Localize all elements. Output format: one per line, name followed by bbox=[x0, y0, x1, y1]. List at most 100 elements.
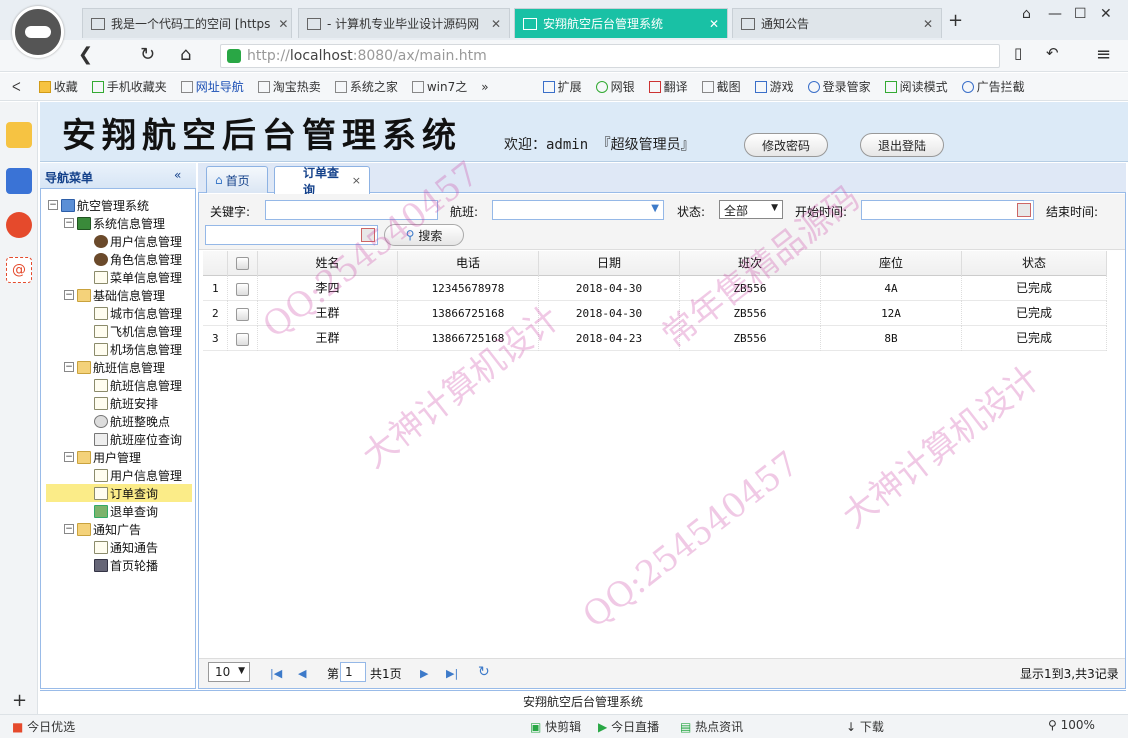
tree-group-system[interactable]: − 系统信息管理 bbox=[64, 214, 165, 232]
browser-tab-2[interactable]: - 计算机专业毕业设计源码网 ✕ bbox=[298, 8, 510, 38]
today-picks[interactable]: ■ 今日优选 bbox=[12, 718, 75, 735]
tree-toggle-icon[interactable]: − bbox=[64, 524, 74, 534]
close-icon[interactable]: ✕ bbox=[270, 17, 288, 31]
browser-tab-3[interactable]: 安翔航空后台管理系统 ✕ bbox=[514, 8, 728, 38]
prev-page-icon[interactable]: ◀ bbox=[298, 667, 306, 680]
first-page-icon[interactable]: |◀ bbox=[270, 667, 282, 680]
bookmark-nav[interactable]: 网址导航 bbox=[180, 78, 244, 95]
col-status[interactable]: 状态 bbox=[962, 251, 1107, 276]
status-live[interactable]: ▶ 今日直播 bbox=[598, 718, 659, 735]
tree-item-plane[interactable]: 飞机信息管理 bbox=[94, 322, 182, 340]
page-size-select[interactable]: 10 ▼ bbox=[208, 662, 250, 682]
tab-close-icon[interactable]: × bbox=[352, 174, 361, 187]
tree-group-basic[interactable]: − 基础信息管理 bbox=[64, 286, 165, 304]
browser-tab-1[interactable]: 我是一个代码工的空间 [https ✕ bbox=[82, 8, 292, 38]
tool-translate[interactable]: 翻译 bbox=[648, 78, 688, 95]
home-icon[interactable]: ⌂ bbox=[180, 44, 191, 65]
tool-games[interactable]: 游戏 bbox=[754, 78, 794, 95]
table-row[interactable]: 3 王群 13866725168 2018-04-23 ZB556 8B 已完成 bbox=[203, 326, 1107, 351]
row-checkbox[interactable] bbox=[228, 326, 258, 351]
change-password-button[interactable]: 修改密码 bbox=[744, 133, 828, 157]
tree-toggle-icon[interactable]: − bbox=[48, 200, 58, 210]
tree-item-order-query[interactable]: 订单查询 bbox=[46, 484, 192, 502]
col-seat[interactable]: 座位 bbox=[821, 251, 962, 276]
reload-icon[interactable]: ↻ bbox=[478, 664, 490, 680]
collapse-nav-icon[interactable]: « bbox=[174, 168, 181, 182]
close-icon[interactable]: ✕ bbox=[915, 17, 933, 31]
window-close-icon[interactable]: ✕ bbox=[1100, 6, 1112, 22]
undo-icon[interactable]: ↶ bbox=[1046, 44, 1059, 62]
last-page-icon[interactable]: ▶| bbox=[446, 667, 458, 680]
tree-toggle-icon[interactable]: − bbox=[64, 290, 74, 300]
minimize-icon[interactable]: — bbox=[1048, 6, 1062, 22]
tree-toggle-icon[interactable]: − bbox=[64, 218, 74, 228]
select-all-checkbox[interactable] bbox=[228, 251, 258, 276]
refresh-icon[interactable]: ↻ bbox=[140, 44, 155, 65]
tree-item-user-info[interactable]: 用户信息管理 bbox=[94, 232, 182, 250]
maximize-icon[interactable]: ☐ bbox=[1074, 6, 1087, 22]
add-sidebar-icon[interactable]: + bbox=[12, 690, 27, 711]
status-clip[interactable]: ▣ 快剪辑 bbox=[530, 718, 581, 735]
browser-tab-4[interactable]: 通知公告 ✕ bbox=[732, 8, 942, 38]
bookmark-taobao[interactable]: 淘宝热卖 bbox=[257, 78, 321, 95]
tab-home[interactable]: ⌂ 首页 bbox=[206, 166, 268, 193]
tree-item-flight-info[interactable]: 航班信息管理 bbox=[94, 376, 182, 394]
favorites-star-icon[interactable] bbox=[6, 122, 32, 148]
col-flight[interactable]: 班次 bbox=[680, 251, 821, 276]
logout-button[interactable]: 退出登陆 bbox=[860, 133, 944, 157]
new-tab-icon[interactable]: + bbox=[948, 10, 963, 31]
menu-icon[interactable]: ≡ bbox=[1096, 44, 1111, 65]
col-name[interactable]: 姓名 bbox=[258, 251, 398, 276]
tool-login-manager[interactable]: 登录管家 bbox=[807, 78, 871, 95]
bookmark-xitong[interactable]: 系统之家 bbox=[334, 78, 398, 95]
tab-order-query[interactable]: 订单查询 × bbox=[274, 166, 370, 197]
tree-item-notice[interactable]: 通知通告 bbox=[94, 538, 158, 556]
bookmark-win7[interactable]: win7之 bbox=[411, 78, 467, 95]
table-row[interactable]: 2 王群 13866725168 2018-04-30 ZB556 12A 已完… bbox=[203, 301, 1107, 326]
status-news[interactable]: ▤ 热点资讯 bbox=[680, 718, 743, 735]
col-phone[interactable]: 电话 bbox=[398, 251, 539, 276]
phone-icon[interactable]: ▯ bbox=[1014, 44, 1022, 62]
status-select[interactable]: 全部 ▼ bbox=[719, 200, 783, 219]
start-time-input[interactable] bbox=[861, 200, 1034, 220]
keyword-input[interactable] bbox=[265, 200, 438, 220]
close-icon[interactable]: ✕ bbox=[483, 17, 501, 31]
tree-item-customer-info[interactable]: 用户信息管理 bbox=[94, 466, 182, 484]
row-checkbox[interactable] bbox=[228, 301, 258, 326]
weibo-icon[interactable] bbox=[6, 212, 32, 238]
tree-item-flight-delay[interactable]: 航班整晚点 bbox=[94, 412, 170, 430]
tree-group-user[interactable]: − 用户管理 bbox=[64, 448, 141, 466]
calendar-icon[interactable] bbox=[1017, 203, 1031, 217]
tree-item-refund-query[interactable]: 退单查询 bbox=[94, 502, 158, 520]
tree-item-carousel[interactable]: 首页轮播 bbox=[94, 556, 158, 574]
news-list-icon[interactable] bbox=[6, 168, 32, 194]
tool-adblock[interactable]: 广告拦截 bbox=[961, 78, 1025, 95]
address-bar[interactable]: http://localhost:8080/ax/main.htm bbox=[220, 44, 1000, 68]
tree-group-flight[interactable]: − 航班信息管理 bbox=[64, 358, 165, 376]
tool-screenshot[interactable]: 截图 bbox=[701, 78, 741, 95]
tree-root[interactable]: − 航空管理系统 bbox=[48, 196, 149, 214]
tree-item-seat-query[interactable]: 航班座位查询 bbox=[94, 430, 182, 448]
sidebar-toggle-icon[interactable]: ᐸ bbox=[12, 80, 21, 94]
row-checkbox[interactable] bbox=[228, 276, 258, 301]
status-download[interactable]: ↓ 下载 bbox=[846, 718, 884, 735]
tool-extensions[interactable]: 扩展 bbox=[542, 78, 582, 95]
zoom-level[interactable]: ⚲ 100% bbox=[1048, 718, 1095, 732]
table-row[interactable]: 1 李四 12345678978 2018-04-30 ZB556 4A 已完成 bbox=[203, 276, 1107, 301]
tree-item-role-info[interactable]: 角色信息管理 bbox=[94, 250, 182, 268]
browser-logo-icon[interactable] bbox=[12, 6, 64, 58]
tree-item-airport[interactable]: 机场信息管理 bbox=[94, 340, 182, 358]
mail-icon[interactable]: @ bbox=[6, 257, 32, 283]
more-bookmarks-icon[interactable]: » bbox=[481, 80, 488, 94]
tree-group-notice[interactable]: − 通知广告 bbox=[64, 520, 141, 538]
tree-toggle-icon[interactable]: − bbox=[64, 452, 74, 462]
bookmark-mobile[interactable]: 手机收藏夹 bbox=[91, 78, 167, 95]
tree-toggle-icon[interactable]: − bbox=[64, 362, 74, 372]
tree-item-city[interactable]: 城市信息管理 bbox=[94, 304, 182, 322]
tool-bank[interactable]: 网银 bbox=[595, 78, 635, 95]
tree-item-menu-info[interactable]: 菜单信息管理 bbox=[94, 268, 182, 286]
bookmark-favorites[interactable]: 收藏 bbox=[38, 78, 78, 95]
skin-icon[interactable]: ⌂ bbox=[1022, 6, 1031, 22]
close-icon[interactable]: ✕ bbox=[701, 17, 719, 31]
search-button[interactable]: ⚲ 搜索 bbox=[384, 224, 464, 246]
